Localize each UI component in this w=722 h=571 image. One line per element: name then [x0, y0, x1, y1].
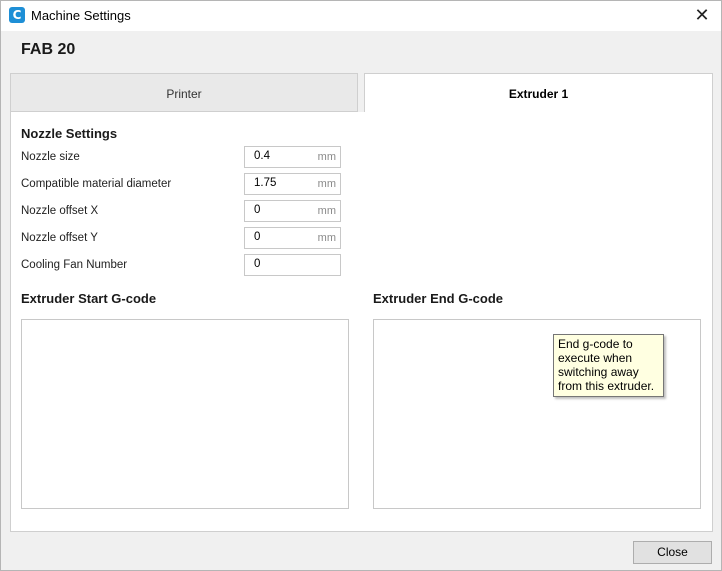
end-gcode-tooltip: End g-code to execute when switching awa…	[553, 334, 664, 397]
nozzle-offset-y-unit: mm	[317, 232, 336, 244]
window-title: Machine Settings	[31, 8, 131, 23]
nozzle-offset-x-unit: mm	[317, 205, 336, 217]
nozzle-size-input[interactable]: 0.4 mm	[244, 146, 341, 168]
material-diameter-value: 1.75	[254, 177, 277, 189]
material-diameter-label: Compatible material diameter	[21, 178, 172, 190]
nozzle-offset-x-input[interactable]: 0 mm	[244, 200, 341, 222]
nozzle-size-unit: mm	[317, 151, 336, 163]
cooling-fan-number-value: 0	[254, 258, 261, 270]
tab-printer[interactable]: Printer	[10, 73, 358, 112]
machine-name: FAB 20	[21, 41, 76, 58]
cooling-fan-number-label: Cooling Fan Number	[21, 259, 128, 271]
cooling-fan-number-input[interactable]: 0	[244, 254, 341, 276]
close-button[interactable]: Close	[633, 541, 712, 564]
extruder-start-gcode-editor[interactable]	[21, 319, 349, 509]
nozzle-settings-title: Nozzle Settings	[21, 126, 118, 141]
extruder-start-gcode-title: Extruder Start G-code	[21, 291, 157, 306]
nozzle-offset-x-label: Nozzle offset X	[21, 205, 99, 217]
nozzle-size-label: Nozzle size	[21, 151, 80, 163]
tab-extruder-1[interactable]: Extruder 1	[364, 73, 713, 113]
extruder-end-gcode-title: Extruder End G-code	[373, 291, 504, 306]
machine-settings-window: C Machine Settings ✕ FAB 20 Printer Extr…	[0, 0, 722, 571]
cura-app-icon: C	[9, 7, 25, 23]
title-bar: C Machine Settings ✕	[1, 1, 721, 31]
nozzle-offset-x-value: 0	[254, 204, 261, 216]
material-diameter-input[interactable]: 1.75 mm	[244, 173, 341, 195]
nozzle-offset-y-input[interactable]: 0 mm	[244, 227, 341, 249]
nozzle-offset-y-value: 0	[254, 231, 261, 243]
close-window-icon[interactable]: ✕	[691, 5, 713, 27]
nozzle-size-value: 0.4	[254, 150, 270, 162]
nozzle-offset-y-label: Nozzle offset Y	[21, 232, 98, 244]
material-diameter-unit: mm	[317, 178, 336, 190]
